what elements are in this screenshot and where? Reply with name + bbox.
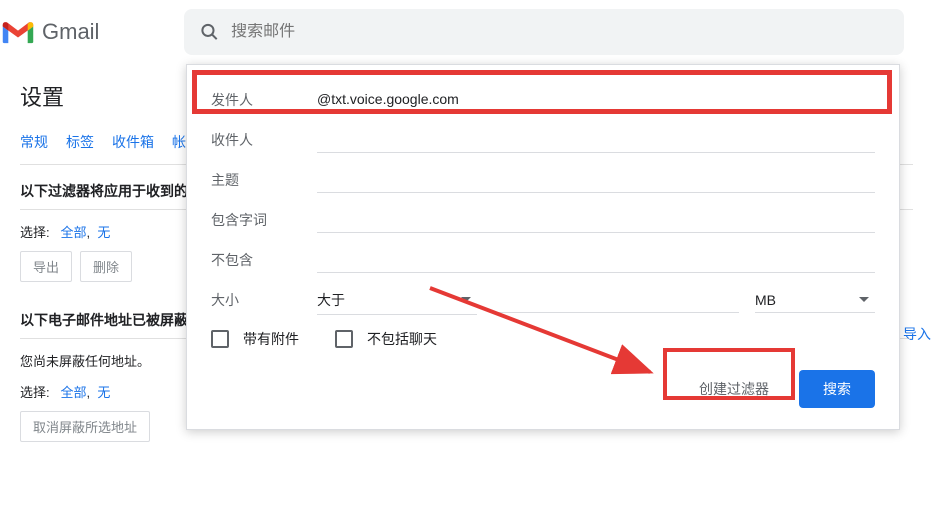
subject-label: 主题: [211, 170, 317, 190]
to-row: 收件人: [211, 121, 875, 159]
excludes-label: 不包含: [211, 250, 317, 270]
includes-row: 包含字词: [211, 201, 875, 239]
gmail-logo: Gmail: [0, 18, 180, 46]
tab-inbox[interactable]: 收件箱: [112, 132, 154, 162]
excludes-input[interactable]: [317, 248, 875, 273]
includes-input[interactable]: [317, 208, 875, 233]
gmail-logo-icon: [0, 18, 36, 46]
size-label: 大小: [211, 290, 317, 310]
unblock-button[interactable]: 取消屏蔽所选地址: [20, 411, 150, 442]
has-attachment-option: 带有附件: [211, 329, 299, 349]
select-all-link-2[interactable]: 全部: [61, 385, 87, 400]
size-unit-value: MB: [755, 292, 776, 308]
chevron-down-icon: [859, 297, 869, 302]
from-label: 发件人: [211, 90, 317, 110]
search-icon: [200, 22, 219, 42]
tab-accounts[interactable]: 帐: [172, 132, 186, 162]
has-attachment-checkbox[interactable]: [211, 330, 229, 348]
subject-input[interactable]: [317, 168, 875, 193]
size-unit-select[interactable]: MB: [755, 288, 875, 313]
gmail-logo-text: Gmail: [42, 19, 99, 45]
filter-dialog: 发件人 收件人 主题 包含字词 不包含 大小 大于 MB 带有附件: [186, 64, 900, 430]
dialog-actions: 创建过滤器 搜索: [211, 369, 875, 409]
exclude-chats-checkbox[interactable]: [335, 330, 353, 348]
exclude-chats-option: 不包括聊天: [335, 329, 437, 349]
from-input[interactable]: [317, 87, 875, 113]
search-button[interactable]: 搜索: [799, 370, 875, 408]
excludes-row: 不包含: [211, 241, 875, 279]
delete-button[interactable]: 删除: [80, 251, 132, 282]
size-row: 大小 大于 MB: [211, 281, 875, 319]
select-all-link[interactable]: 全部: [61, 225, 87, 240]
import-link[interactable]: 导入: [903, 324, 931, 344]
app-header: Gmail: [0, 0, 933, 64]
search-bar[interactable]: [184, 9, 904, 55]
select-none-link-2[interactable]: 无: [97, 385, 110, 400]
tab-general[interactable]: 常规: [20, 132, 48, 162]
has-attachment-label: 带有附件: [243, 329, 299, 349]
select-none-link[interactable]: 无: [97, 225, 110, 240]
subject-row: 主题: [211, 161, 875, 199]
export-button[interactable]: 导出: [20, 251, 72, 282]
size-value-input[interactable]: [493, 288, 739, 313]
exclude-chats-label: 不包括聊天: [367, 329, 437, 349]
chevron-down-icon: [461, 297, 471, 302]
to-input[interactable]: [317, 128, 875, 153]
size-operator-select[interactable]: 大于: [317, 286, 477, 315]
search-input[interactable]: [231, 23, 888, 41]
size-operator-value: 大于: [317, 290, 345, 310]
create-filter-button[interactable]: 创建过滤器: [681, 369, 787, 409]
from-row: 发件人: [211, 81, 875, 119]
to-label: 收件人: [211, 130, 317, 150]
checkbox-row: 带有附件 不包括聊天: [211, 329, 875, 349]
select-label-2: 选择:: [20, 385, 50, 400]
includes-label: 包含字词: [211, 210, 317, 230]
tab-labels[interactable]: 标签: [66, 132, 94, 162]
select-label: 选择:: [20, 225, 50, 240]
